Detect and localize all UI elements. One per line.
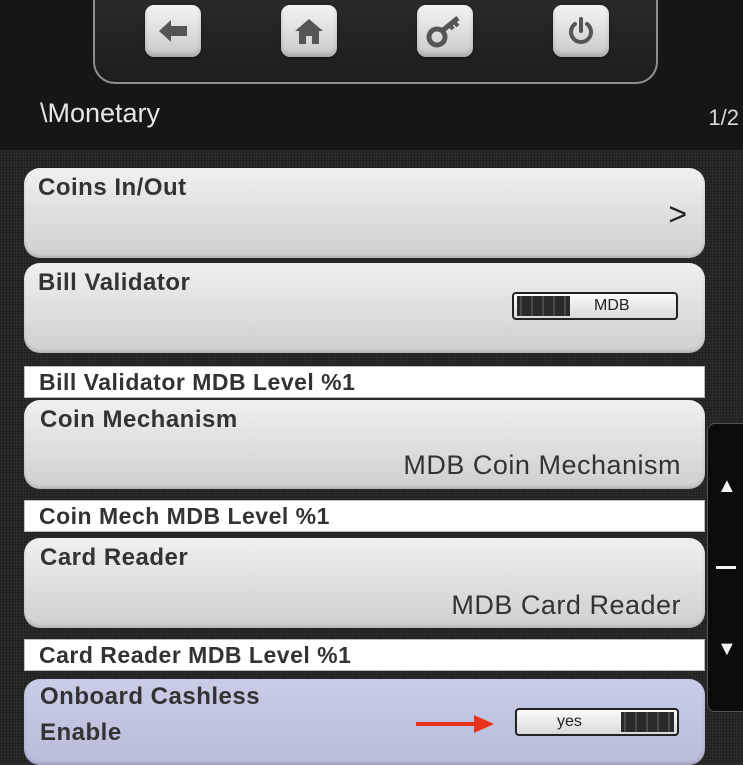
chevron-right-icon: > bbox=[668, 196, 687, 232]
nav-toolbar bbox=[93, 0, 658, 84]
home-button[interactable] bbox=[281, 5, 337, 57]
coin-mech-level-label: Coin Mech MDB Level %1 bbox=[39, 503, 330, 529]
annotation-arrow-icon bbox=[416, 715, 494, 733]
coins-in-out-item[interactable]: Coins In/Out > bbox=[24, 168, 705, 258]
key-button[interactable] bbox=[417, 5, 473, 57]
onboard-cashless-label-line1: Onboard Cashless bbox=[40, 683, 261, 710]
card-reader-level-row[interactable]: Card Reader MDB Level %1 bbox=[24, 639, 705, 671]
coin-mechanism-label: Coin Mechanism bbox=[40, 406, 238, 433]
coin-mech-level-row[interactable]: Coin Mech MDB Level %1 bbox=[24, 500, 705, 532]
bill-validator-item[interactable]: Bill Validator MDB bbox=[24, 263, 705, 353]
onboard-cashless-item[interactable]: Onboard Cashless Enable yes bbox=[24, 679, 705, 765]
breadcrumb: \Monetary bbox=[40, 98, 161, 128]
card-reader-label: Card Reader bbox=[40, 544, 189, 571]
onboard-cashless-label-line2: Enable bbox=[40, 719, 122, 746]
page-indicator: 1/2 bbox=[708, 105, 739, 130]
back-button[interactable] bbox=[145, 5, 201, 57]
bill-validator-toggle[interactable]: MDB bbox=[512, 292, 678, 320]
power-button[interactable] bbox=[553, 5, 609, 57]
bill-validator-label: Bill Validator bbox=[38, 269, 191, 296]
coins-in-out-label: Coins In/Out bbox=[38, 174, 187, 201]
key-icon bbox=[426, 16, 460, 48]
bill-validator-level-row[interactable]: Bill Validator MDB Level %1 bbox=[24, 366, 705, 398]
coin-mechanism-value: MDB Coin Mechanism bbox=[403, 450, 681, 480]
onboard-cashless-toggle[interactable]: yes bbox=[515, 708, 679, 736]
scroll-thumb[interactable] bbox=[716, 566, 736, 569]
scroll-up-icon[interactable]: ▲ bbox=[717, 476, 737, 496]
power-icon bbox=[569, 17, 593, 44]
home-icon bbox=[295, 19, 323, 44]
scroll-bar[interactable]: ▲ ▼ bbox=[707, 423, 743, 712]
coin-mechanism-item[interactable]: Coin Mechanism MDB Coin Mechanism bbox=[24, 400, 705, 489]
bill-validator-toggle-value: MDB bbox=[594, 297, 630, 314]
card-reader-item[interactable]: Card Reader MDB Card Reader bbox=[24, 538, 705, 628]
scroll-down-icon[interactable]: ▼ bbox=[717, 639, 737, 659]
toggle-knob bbox=[621, 712, 674, 732]
back-arrow-icon bbox=[159, 20, 187, 42]
toggle-knob bbox=[517, 296, 570, 316]
card-reader-level-label: Card Reader MDB Level %1 bbox=[39, 642, 352, 668]
bill-validator-level-label: Bill Validator MDB Level %1 bbox=[39, 369, 356, 395]
card-reader-value: MDB Card Reader bbox=[451, 590, 681, 620]
onboard-cashless-toggle-value: yes bbox=[557, 713, 582, 730]
